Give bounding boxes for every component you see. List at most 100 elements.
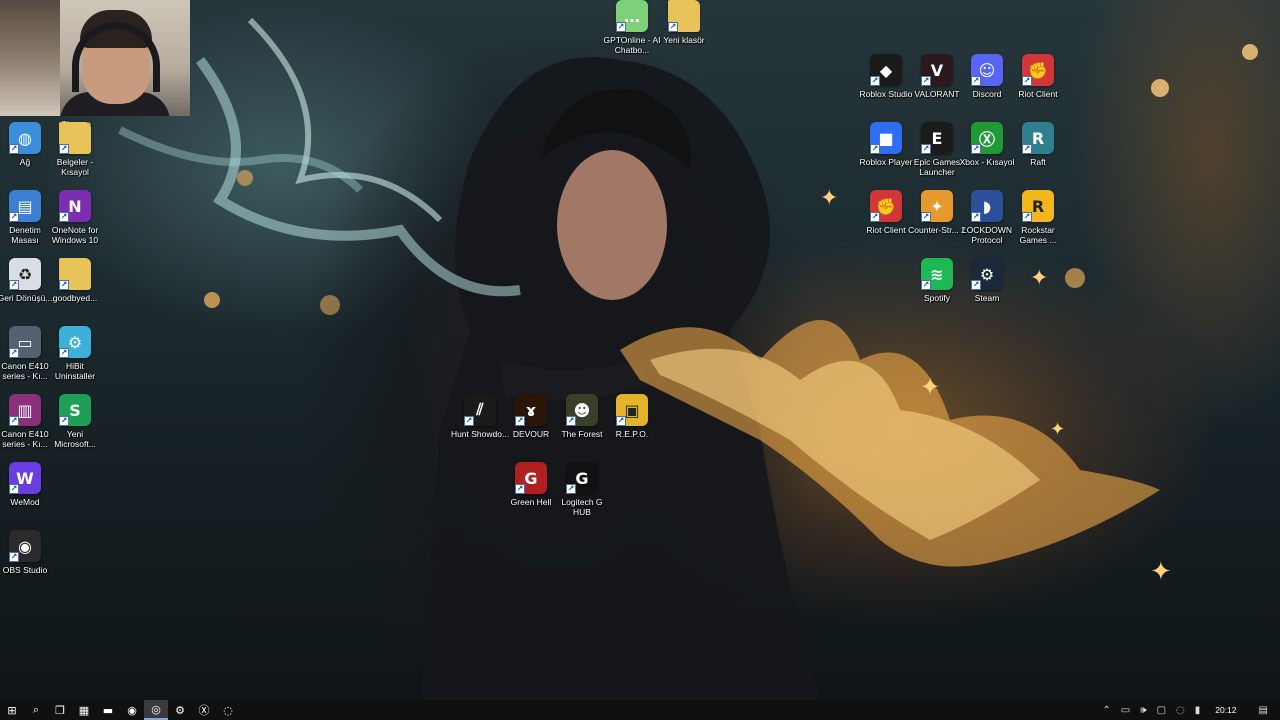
folder-icon: ↗ <box>668 0 700 32</box>
desktop-icon-canon-e410-series-k[interactable]: ▭ ↗ Canon E410 series - Kı... <box>0 326 51 381</box>
svg-text:✦: ✦ <box>1030 265 1048 290</box>
desktop-icon-geri-d-n[interactable]: ♻ ↗ Geri Dönüşü... <box>0 258 52 303</box>
forest-icon: ☻ ↗ <box>566 394 598 426</box>
desktop-icon-rockstar-games[interactable]: R ↗ Rockstar Games ... <box>1012 190 1064 245</box>
svg-text:✦: ✦ <box>920 374 940 401</box>
shortcut-arrow-icon: ↗ <box>870 76 880 86</box>
shortcut-arrow-icon: ↗ <box>515 484 525 494</box>
desktop-icon-roblox-player[interactable]: ■ ↗ Roblox Player <box>860 122 912 167</box>
wemod-icon: W ↗ <box>9 462 41 494</box>
obs-taskbar-icon[interactable]: ◌ <box>216 700 240 720</box>
xbox-icon: Ⓧ ↗ <box>971 122 1003 154</box>
chrome-taskbar-icon[interactable]: ◎ <box>144 700 168 720</box>
desktop-icon-epic-games-launcher[interactable]: E ↗ Epic Games Launcher <box>911 122 963 177</box>
desktop-icon-denetim-masas[interactable]: ▤ ↗ Denetim Masası <box>0 190 51 245</box>
shortcut-arrow-icon: ↗ <box>9 280 19 290</box>
desktop-icon-the-forest[interactable]: ☻ ↗ The Forest <box>556 394 608 439</box>
desktop-icon-label: GPTOnline - AI Chatbo... <box>603 35 661 55</box>
shortcut-arrow-icon: ↗ <box>59 280 69 290</box>
volume-icon[interactable]: 🕪 <box>1135 705 1151 716</box>
desktop-icon-raft[interactable]: R ↗ Raft <box>1012 122 1064 167</box>
desktop-icon-riot-client[interactable]: ✊ ↗ Riot Client <box>860 190 912 235</box>
desktop-icon-label: Rockstar Games ... <box>1019 225 1057 245</box>
shortcut-arrow-icon: ↗ <box>566 416 576 426</box>
folder-icon: ↗ <box>59 258 91 290</box>
xbox-taskbar-icon[interactable]: Ⓧ <box>192 700 216 720</box>
desktop-icon-a[interactable]: ◍ ↗ Ağ <box>0 122 51 167</box>
shortcut-arrow-icon: ↗ <box>870 144 880 154</box>
desktop-icon-goodbyed[interactable]: ↗ goodbyed... <box>49 258 101 303</box>
system-tray: ⌃ ▭ 🕪 ▢ ◌ ▮ 20:12 ▤ <box>1097 700 1280 720</box>
network-icon: ◍ ↗ <box>9 122 41 154</box>
desktop-icon-valorant[interactable]: V ↗ VALORANT <box>911 54 963 99</box>
shortcut-arrow-icon: ↗ <box>464 416 474 426</box>
desktop-icon-belgeler-k-sayol[interactable]: ↗ Belgeler - Kısayol <box>49 122 101 177</box>
windows-start-icon[interactable]: ⊞ <box>0 700 24 720</box>
desktop-icon-canon-e410-series-k[interactable]: ▥ ↗ Canon E410 series - Kı... <box>0 394 51 449</box>
wifi-icon[interactable]: ◌ <box>1171 705 1190 716</box>
roblox-studio-icon: ◆ ↗ <box>870 54 902 86</box>
svg-text:✦: ✦ <box>1050 419 1065 439</box>
webcam-overlay <box>0 0 190 116</box>
desktop-icon-wemod[interactable]: W ↗ WeMod <box>0 462 51 507</box>
desktop-icon-lockdown-protocol[interactable]: ◗ ↗ LOCKDOWN Protocol <box>961 190 1013 245</box>
shortcut-arrow-icon: ↗ <box>9 552 19 562</box>
shortcut-arrow-icon: ↗ <box>921 212 931 222</box>
search-icon[interactable]: ⌕ <box>24 700 48 720</box>
shortcut-arrow-icon: ↗ <box>59 348 69 358</box>
steam-taskbar-icon[interactable]: ⚙ <box>168 700 192 720</box>
desktop-icon-xbox-k-sayol[interactable]: Ⓧ ↗ Xbox - Kısayol <box>960 122 1014 167</box>
desktop-icon-logitech-g-hub[interactable]: G ↗ Logitech G HUB <box>556 462 608 517</box>
discord-icon: ☺ ↗ <box>971 54 1003 86</box>
file-explorer-icon[interactable]: ▬ <box>96 700 120 720</box>
excel-sheet-icon: S ↗ <box>59 394 91 426</box>
steam-icon: ⚙ ↗ <box>971 258 1003 290</box>
wallpaper: ✦ ✦ ✦ ✦ ✦ <box>118 17 1258 700</box>
shortcut-arrow-icon: ↗ <box>9 484 19 494</box>
desktop-icon-steam[interactable]: ⚙ ↗ Steam <box>961 258 1013 303</box>
desktop-icon-label: OBS Studio <box>2 565 48 575</box>
desktop-icon-label: Steam <box>974 293 1000 303</box>
printer-icon: ▭ ↗ <box>9 326 41 358</box>
shortcut-arrow-icon: ↗ <box>921 280 931 290</box>
shortcut-arrow-icon: ↗ <box>616 22 626 32</box>
svg-text:✦: ✦ <box>820 185 838 210</box>
shortcut-arrow-icon: ↗ <box>9 348 19 358</box>
desktop-icon-r-e-p-o[interactable]: ▣ ↗ R.E.P.O. <box>606 394 658 439</box>
desktop-icon-obs-studio[interactable]: ◉ ↗ OBS Studio <box>0 530 51 575</box>
desktop-icon-onenote-for-windows-10[interactable]: N ↗ OneNote for Windows 10 <box>49 190 101 245</box>
obs-icon: ◉ ↗ <box>9 530 41 562</box>
desktop-icon-hunt-showdo[interactable]: ⫽ ↗ Hunt Showdo... <box>451 394 509 439</box>
shortcut-arrow-icon: ↗ <box>921 144 931 154</box>
desktop-icon-devour[interactable]: ɤ ↗ DEVOUR <box>505 394 557 439</box>
desktop-icon-label: HiBit Uninstaller <box>54 361 96 381</box>
desktop-icon-gptonline-ai-chatbo[interactable]: … ↗ GPTOnline - AI Chatbo... <box>603 0 661 55</box>
cs2-icon: ✦ ↗ <box>921 190 953 222</box>
control-panel-icon: ▤ ↗ <box>9 190 41 222</box>
shortcut-arrow-icon: ↗ <box>9 212 19 222</box>
shortcut-arrow-icon: ↗ <box>971 212 981 222</box>
shortcut-arrow-icon: ↗ <box>921 76 931 86</box>
microphone-icon[interactable]: ▮ <box>1190 705 1206 716</box>
store-icon[interactable]: ▦ <box>72 700 96 720</box>
chevron-up-icon[interactable]: ⌃ <box>1097 705 1115 716</box>
display-icon[interactable]: ▢ <box>1152 705 1171 716</box>
desktop-icon-spotify[interactable]: ≋ ↗ Spotify <box>911 258 963 303</box>
desktop-icon-counter-str-2[interactable]: ✦ ↗ Counter-Str... 2 <box>908 190 966 235</box>
desktop-icon-discord[interactable]: ☺ ↗ Discord <box>961 54 1013 99</box>
desktop-icon-label: WeMod <box>10 497 40 507</box>
desktop-icon-yeni-microsoft[interactable]: S ↗ Yeni Microsoft... <box>49 394 101 449</box>
hibit-icon: ⚙ ↗ <box>59 326 91 358</box>
desktop-icon-roblox-studio[interactable]: ◆ ↗ Roblox Studio <box>860 54 912 99</box>
task-view-icon[interactable]: ❐ <box>48 700 72 720</box>
desktop-icon-hibit-uninstaller[interactable]: ⚙ ↗ HiBit Uninstaller <box>49 326 101 381</box>
roblox-icon: ■ ↗ <box>870 122 902 154</box>
discord-taskbar-icon[interactable]: ◉ <box>120 700 144 720</box>
notification-center-icon[interactable]: ▤ <box>1247 705 1280 716</box>
clock[interactable]: 20:12 <box>1205 705 1246 715</box>
desktop-icon-riot-client[interactable]: ✊ ↗ Riot Client <box>1012 54 1064 99</box>
desktop-icon-green-hell[interactable]: G ↗ Green Hell <box>505 462 557 507</box>
desktop-icon-yeni-klas-r[interactable]: ↗ Yeni klasör <box>658 0 710 45</box>
taskbar-buttons: ⊞ ⌕ ❐ ▦ ▬ ◉ ◎ ⚙ Ⓧ ◌ <box>0 700 240 720</box>
network-tray-icon[interactable]: ▭ <box>1116 705 1135 716</box>
